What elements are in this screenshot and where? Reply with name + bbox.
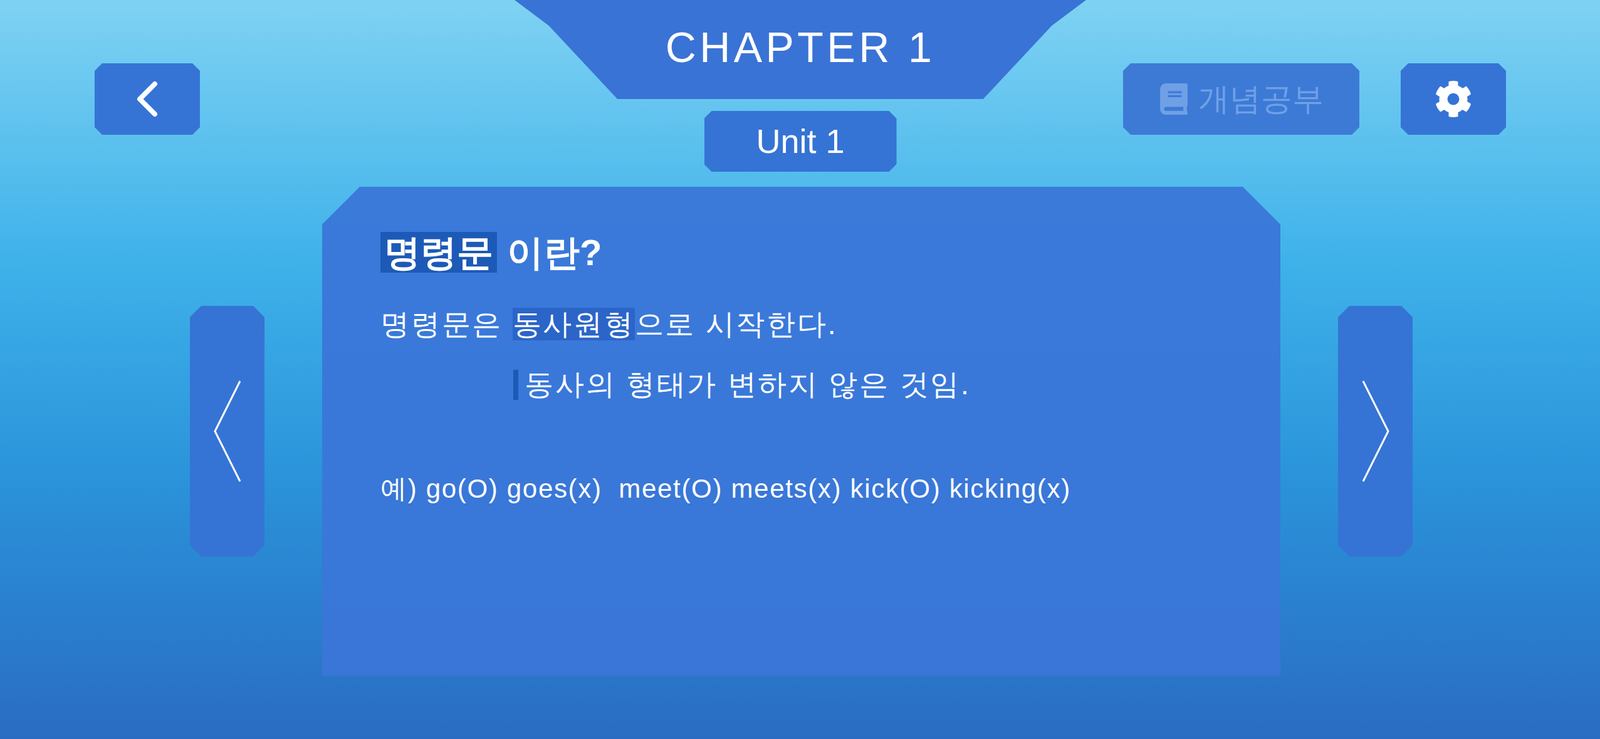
back-icon [134, 80, 160, 118]
lesson-note: 동사의 형태가 변하지 않은 것임. [513, 366, 1243, 404]
chapter-tab: CHAPTER 1 [514, 0, 1087, 100]
concept-study-label: 개념공부 [1198, 80, 1324, 118]
chapter-title: CHAPTER 1 [665, 21, 936, 74]
next-icon [1359, 377, 1392, 485]
note-text: 동사의 형태가 변하지 않은 것임. [524, 366, 971, 404]
title-segment: 명령문 [380, 231, 497, 273]
prev-icon [211, 377, 244, 485]
rule-segment: 명령문은 [380, 307, 513, 341]
rule-segment: 동사원형 [512, 307, 635, 341]
back-button[interactable] [94, 63, 200, 135]
next-button[interactable] [1338, 305, 1413, 557]
title-segment: 이란? [496, 231, 603, 273]
prev-button[interactable] [189, 305, 265, 557]
lesson-title: 명령문 이란? [380, 230, 1243, 275]
unit-label: Unit 1 [755, 120, 845, 162]
lesson-panel: 명령문 이란? 명령문은 동사원형으로 시작한다. 동사의 형태가 변하지 않은 것… [322, 186, 1281, 676]
top-bar: CHAPTER 1 Unit 1 개념공부 [0, 0, 1600, 187]
concept-study-button[interactable]: 개념공부 [1123, 63, 1360, 135]
lesson-rule: 명령문은 동사원형으로 시작한다. [380, 305, 1243, 344]
gear-icon [1434, 80, 1473, 118]
note-bar [513, 369, 519, 400]
lesson-example: 예) go(O) goes(x) meet(O) meets(x) kick(O… [380, 471, 1243, 507]
content-row: 명령문 이란? 명령문은 동사원형으로 시작한다. 동사의 형태가 변하지 않은 것… [0, 186, 1600, 676]
game-screen: CHAPTER 1 Unit 1 개념공부명령문 이란? 명령문은 동사원형으로 시작… [0, 0, 1600, 739]
unit-badge: Unit 1 [704, 110, 897, 172]
book-icon [1159, 83, 1189, 115]
rule-segment: 으로 시작한다. [634, 307, 838, 341]
settings-button[interactable] [1400, 63, 1506, 135]
